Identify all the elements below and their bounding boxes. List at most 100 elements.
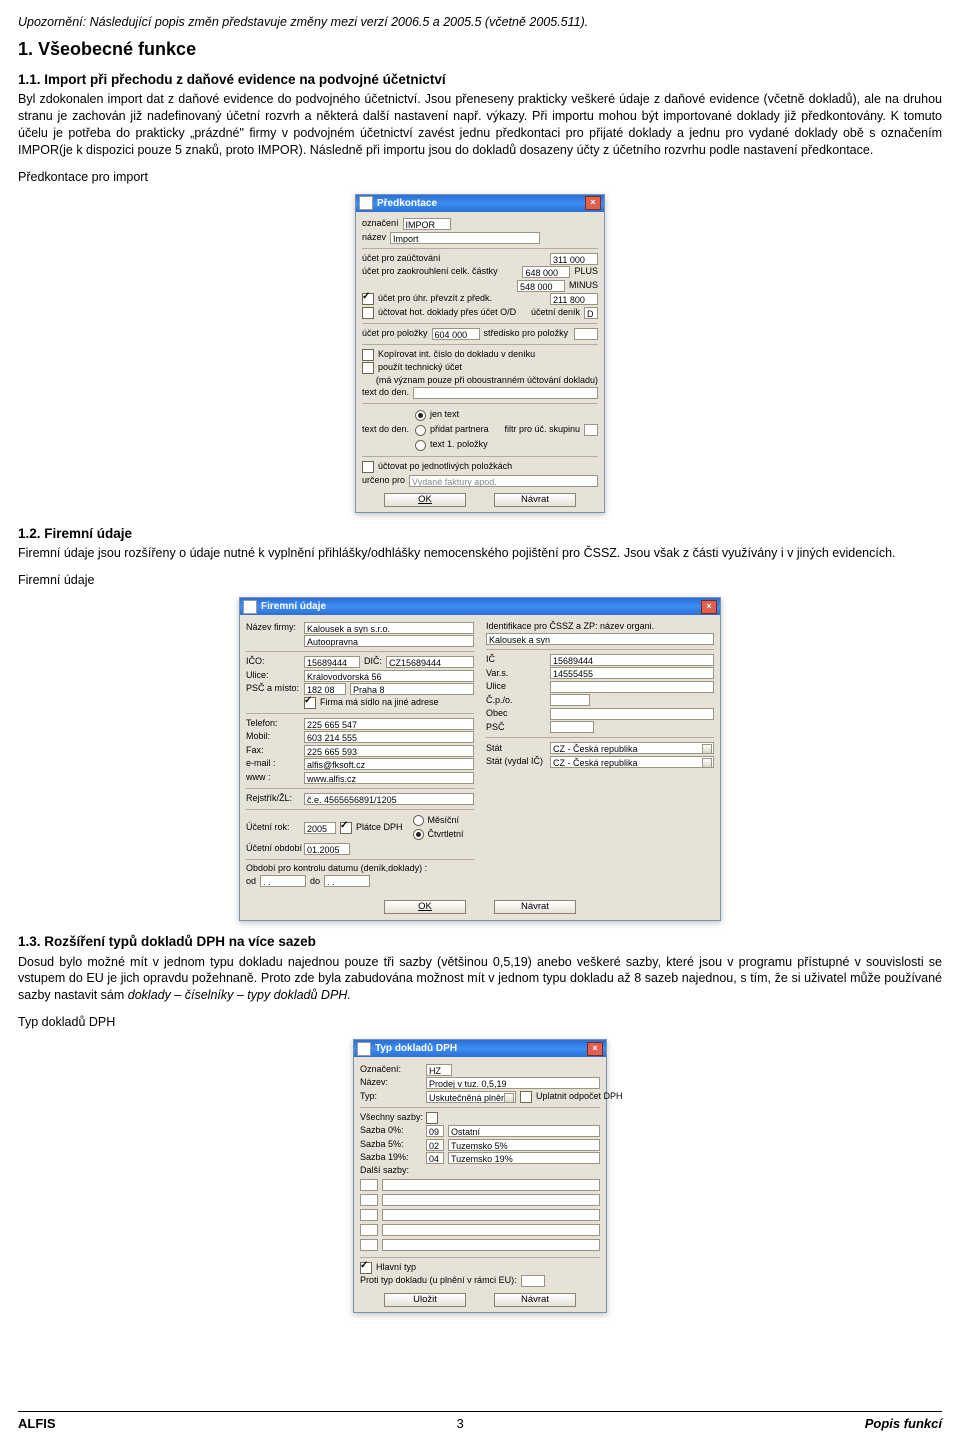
chk-hlavni[interactable] — [360, 1262, 372, 1274]
input-dal-3c[interactable] — [360, 1209, 378, 1221]
dialog-title: Typ dokladů DPH — [375, 1043, 457, 1054]
chk-sidlo[interactable] — [304, 697, 316, 709]
input-zaokr-minus[interactable]: 548 000 — [517, 280, 565, 292]
input-nazevfirmy[interactable]: Kalousek a syn s.r.o. — [304, 622, 474, 634]
input-naz[interactable]: Prodej v tuz. 0,5,19 — [426, 1077, 600, 1089]
input-s19[interactable]: 04 — [426, 1152, 444, 1164]
input-dal-4t[interactable] — [382, 1224, 600, 1236]
input-dal-3t[interactable] — [382, 1209, 600, 1221]
heading-1: 1. Všeobecné funkce — [18, 37, 942, 61]
chk-tech[interactable] — [362, 362, 374, 374]
rad-mesicni[interactable] — [413, 815, 424, 826]
select-stat[interactable]: CZ - Česká republika — [550, 742, 714, 754]
close-icon[interactable]: × — [587, 1042, 603, 1056]
input-s5t[interactable]: Tuzemsko 5% — [448, 1139, 600, 1151]
rad-pridat[interactable] — [415, 425, 426, 436]
ok-button[interactable]: OK — [384, 900, 466, 914]
input-mesto[interactable]: Praha 8 — [350, 683, 474, 695]
input-dal-2t[interactable] — [382, 1194, 600, 1206]
chk-ucet-uhr[interactable] — [362, 293, 374, 305]
input-uliceR[interactable] — [550, 681, 714, 693]
input-do[interactable]: . . — [324, 875, 370, 887]
input-textden[interactable] — [413, 387, 598, 399]
input-uobd[interactable]: 01.2005 — [304, 843, 350, 855]
input-proti[interactable] — [521, 1275, 545, 1287]
navrat-button[interactable]: Návrat — [494, 493, 576, 507]
lbl-uctpol: účtovat po jednotlivých položkách — [378, 462, 512, 472]
lbl-plus: PLUS — [574, 267, 598, 277]
lbl-text1: text 1. položky — [430, 440, 488, 450]
input-s0t[interactable]: Ostatní — [448, 1125, 600, 1137]
input-zaokr-plus[interactable]: 648 000 — [522, 266, 570, 278]
lbl-vsech: Všechny sazby: — [360, 1113, 422, 1123]
titlebar[interactable]: Typ dokladů DPH × — [354, 1040, 606, 1057]
input-rej[interactable]: č.e. 4565656891/1205 — [304, 793, 474, 805]
input-dal-5c[interactable] — [360, 1239, 378, 1251]
input-ucet-zauc[interactable]: 311 000 — [550, 253, 598, 265]
rad-jentext[interactable] — [415, 410, 426, 421]
input-mobil[interactable]: 603 214 555 — [304, 731, 474, 743]
select-typ[interactable]: Uskutečněná plněn — [426, 1091, 516, 1103]
input-ico[interactable]: 15689444 — [304, 656, 360, 668]
input-dal-1t[interactable] — [382, 1179, 600, 1191]
lbl-ic: IČ — [486, 655, 546, 665]
ulozit-button[interactable]: Uložit — [384, 1293, 466, 1307]
titlebar[interactable]: Firemní údaje × — [240, 598, 720, 615]
input-s19t[interactable]: Tuzemsko 19% — [448, 1152, 600, 1164]
input-od[interactable]: . . — [260, 875, 306, 887]
lbl-fax: Fax: — [246, 746, 300, 756]
input-ic[interactable]: 15689444 — [550, 654, 714, 666]
input-dal-5t[interactable] — [382, 1239, 600, 1251]
navrat-button[interactable]: Návrat — [494, 900, 576, 914]
input-ozn[interactable]: HZ — [426, 1064, 452, 1076]
lbl-platce: Plátce DPH — [356, 823, 403, 833]
input-dal-4c[interactable] — [360, 1224, 378, 1236]
input-uc-denik[interactable]: D — [584, 307, 598, 319]
navrat-button[interactable]: Návrat — [494, 1293, 576, 1307]
lbl-ico: IČO: — [246, 657, 300, 667]
chk-uctpol[interactable] — [362, 461, 374, 473]
rad-ctvrt[interactable] — [413, 829, 424, 840]
input-email[interactable]: alfis@fksoft.cz — [304, 758, 474, 770]
input-www[interactable]: www.alfis.cz — [304, 772, 474, 784]
input-dal-2c[interactable] — [360, 1194, 378, 1206]
chk-platce[interactable] — [340, 822, 352, 834]
input-s0[interactable]: 09 — [426, 1125, 444, 1137]
lbl-s19: Sazba 19%: — [360, 1153, 422, 1163]
input-urok[interactable]: 2005 — [304, 822, 336, 834]
lbl-ident: Identifikace pro ČSSZ a ZP: název organi… — [486, 622, 654, 632]
input-s5[interactable]: 02 — [426, 1139, 444, 1151]
dialog-predkontace: Předkontace × označeníIMPOR názevImport … — [355, 194, 605, 513]
input-filtr[interactable] — [584, 424, 598, 436]
chk-uplatnit[interactable] — [520, 1091, 532, 1103]
input-nazev[interactable]: Import — [390, 232, 540, 244]
lbl-nazevfirmy: Název firmy: — [246, 623, 300, 633]
input-ucet-pol[interactable]: 604 000 — [432, 328, 480, 340]
input-obec[interactable] — [550, 708, 714, 720]
heading-1-1: 1.1. Import při přechodu z daňové eviden… — [18, 71, 942, 89]
input-psc[interactable]: 182 08 — [304, 683, 346, 695]
input-vars[interactable]: 14555455 — [550, 667, 714, 679]
select-statv[interactable]: CZ - Česká republika — [550, 756, 714, 768]
input-ident[interactable]: Kalousek a syn — [486, 633, 714, 645]
close-icon[interactable]: × — [585, 196, 601, 210]
input-dal-1c[interactable] — [360, 1179, 378, 1191]
input-tel[interactable]: 225 665 547 — [304, 718, 474, 730]
close-icon[interactable]: × — [701, 600, 717, 614]
rad-text1[interactable] — [415, 440, 426, 451]
input-cp[interactable] — [550, 694, 590, 706]
input-oznaceni[interactable]: IMPOR — [403, 218, 451, 230]
input-fax[interactable]: 225 665 593 — [304, 745, 474, 757]
ok-button[interactable]: OK — [384, 493, 466, 507]
input-pscR[interactable] — [550, 721, 594, 733]
input-ulice[interactable]: Královodvorská 56 — [304, 670, 474, 682]
chk-kopirovat[interactable] — [362, 349, 374, 361]
chk-hot-od[interactable] — [362, 307, 374, 319]
input-stredisko[interactable] — [574, 328, 598, 340]
input-nazevfirmy2[interactable]: Autoopravna — [304, 635, 474, 647]
titlebar[interactable]: Předkontace × — [356, 195, 604, 212]
chk-vsech[interactable] — [426, 1112, 438, 1124]
input-ucet-uhr[interactable]: 211 800 — [550, 293, 598, 305]
input-dic[interactable]: CZ15689444 — [386, 656, 474, 668]
lbl-hlavni: Hlavní typ — [376, 1263, 416, 1273]
